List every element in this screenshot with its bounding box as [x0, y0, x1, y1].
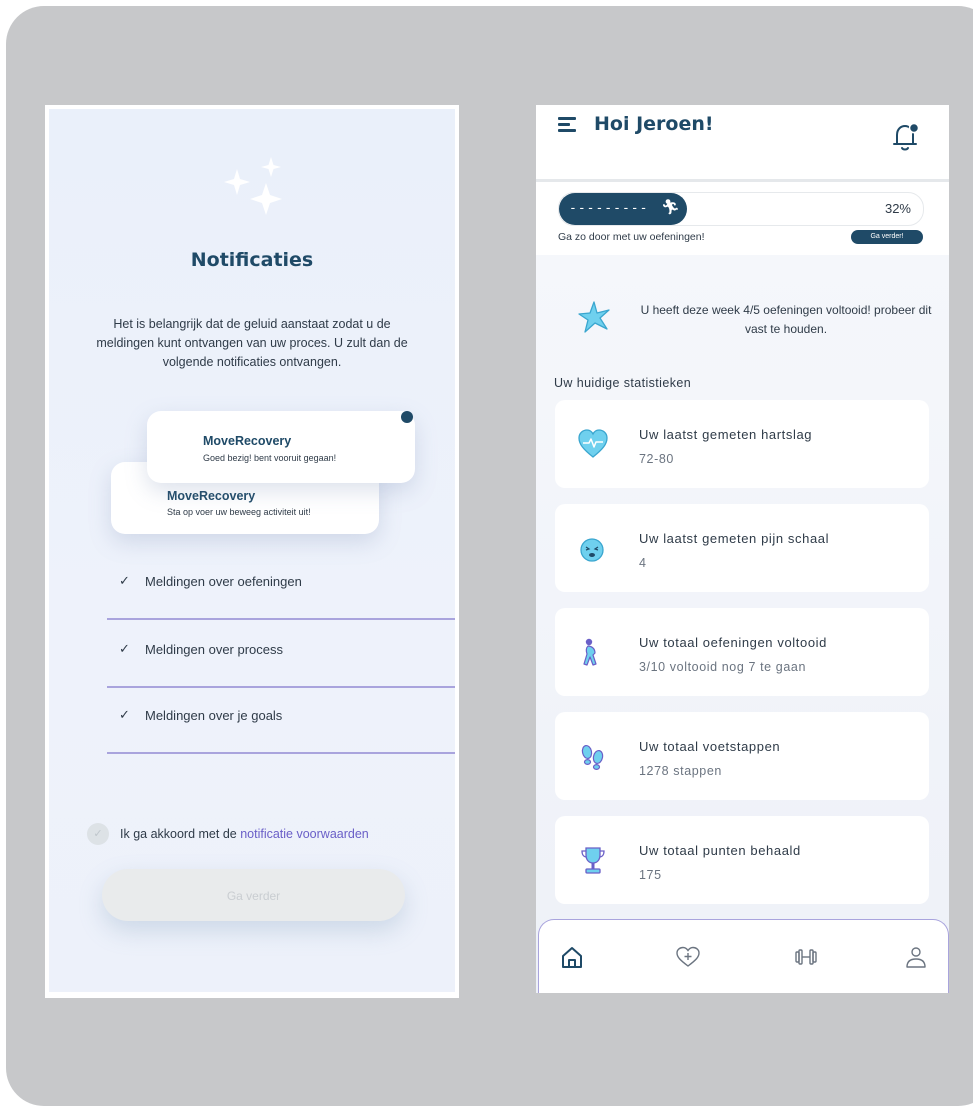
stat-card-exercises[interactable]: Uw totaal oefeningen voltooid 3/10 volto…	[555, 608, 929, 696]
check-icon: ✓	[119, 707, 130, 722]
agree-checkbox[interactable]: ✓	[87, 823, 109, 845]
stat-value: 1278 stappen	[639, 764, 722, 778]
bell-icon[interactable]	[891, 121, 921, 153]
notifications-screen: Notificaties Het is belangrijk dat de ge…	[45, 105, 459, 998]
stat-label: Uw totaal voetstappen	[639, 739, 781, 754]
check-icon: ✓	[119, 641, 130, 656]
stats-title: Uw huidige statistieken	[554, 376, 692, 390]
profile-icon[interactable]	[903, 944, 929, 970]
option-row-exercises[interactable]: ✓ Meldingen over oefeningen	[107, 552, 455, 620]
dashboard-screen: Hoi Jeroen! --------- 🏃︎ 32% Ga zo door …	[536, 105, 949, 993]
stat-card-heart-rate[interactable]: Uw laatst gemeten hartslag 72-80	[555, 400, 929, 488]
heart-rate-icon	[578, 429, 608, 458]
runner-icon: 🏃︎	[661, 199, 681, 216]
home-icon[interactable]	[559, 944, 585, 970]
progress-message: Ga zo door met uw oefeningen!	[558, 231, 705, 243]
footsteps-icon	[581, 744, 604, 771]
notifications-description: Het is belangrijk dat de geluid aanstaat…	[96, 317, 408, 369]
progress-bar: --------- 🏃︎ 32%	[558, 192, 924, 226]
unread-dot	[401, 411, 413, 423]
preview-app-name: MoveRecovery	[167, 489, 256, 503]
option-label: Meldingen over process	[145, 642, 284, 657]
stat-value: 72-80	[639, 452, 674, 466]
pain-face-icon	[580, 538, 604, 562]
check-icon: ✓	[119, 573, 130, 588]
star-icon	[578, 301, 610, 333]
progress-percent: 32%	[884, 201, 911, 216]
weekly-summary: U heeft deze week 4/5 oefeningen voltooi…	[556, 293, 936, 353]
stat-card-points[interactable]: Uw totaal punten behaald 175	[555, 816, 929, 904]
bottom-nav	[538, 919, 949, 993]
stat-card-footsteps[interactable]: Uw totaal voetstappen 1278 stappen	[555, 712, 929, 800]
progress-dashes: ---------	[569, 201, 649, 216]
preview-app-name: MoveRecovery	[203, 434, 292, 448]
progress-fill: --------- 🏃︎	[559, 193, 687, 225]
option-row-process[interactable]: ✓ Meldingen over process	[107, 620, 455, 688]
option-row-goals[interactable]: ✓ Meldingen over je goals	[107, 686, 455, 754]
heart-icon[interactable]	[675, 944, 701, 970]
terms-link[interactable]: notificatie voorwaarden	[240, 827, 369, 841]
greeting: Hoi Jeroen!	[594, 113, 714, 135]
notifications-background: Notificaties Het is belangrijk dat de ge…	[49, 109, 455, 992]
exercise-person-icon	[583, 638, 597, 666]
preview-message: Goed bezig! bent vooruit gegaan!	[203, 453, 337, 463]
menu-icon[interactable]	[558, 117, 576, 132]
dumbbell-icon[interactable]	[793, 944, 819, 970]
sparkle-icon	[224, 157, 282, 215]
trophy-icon	[581, 847, 605, 874]
agree-label: Ik ga akkoord met de notificatie voorwaa…	[120, 827, 369, 841]
option-label: Meldingen over je goals	[145, 708, 283, 723]
agree-text: Ik ga akkoord met de	[120, 827, 241, 841]
weekly-text: U heeft deze week 4/5 oefeningen voltooi…	[640, 303, 932, 336]
stat-label: Uw totaal punten behaald	[639, 843, 801, 858]
stat-label: Uw totaal oefeningen voltooid	[639, 635, 827, 650]
app-header: Hoi Jeroen!	[536, 105, 949, 182]
page-title: Notificaties	[190, 249, 314, 271]
notification-preview-front: MoveRecovery Goed bezig! bent vooruit ge…	[147, 411, 415, 483]
stat-value: 3/10 voltooid nog 7 te gaan	[639, 660, 807, 674]
stat-label: Uw laatst gemeten pijn schaal	[639, 531, 830, 546]
stat-label: Uw laatst gemeten hartslag	[639, 427, 813, 442]
continue-button[interactable]: Ga verder	[102, 869, 405, 921]
stat-card-pain[interactable]: Uw laatst gemeten pijn schaal 4	[555, 504, 929, 592]
preview-message: Sta op voer uw beweeg activiteit uit!	[167, 507, 311, 517]
continue-button[interactable]: Ga verder!	[851, 230, 923, 244]
stat-value: 175	[639, 868, 662, 882]
stat-value: 4	[639, 556, 647, 570]
option-label: Meldingen over oefeningen	[145, 574, 302, 589]
